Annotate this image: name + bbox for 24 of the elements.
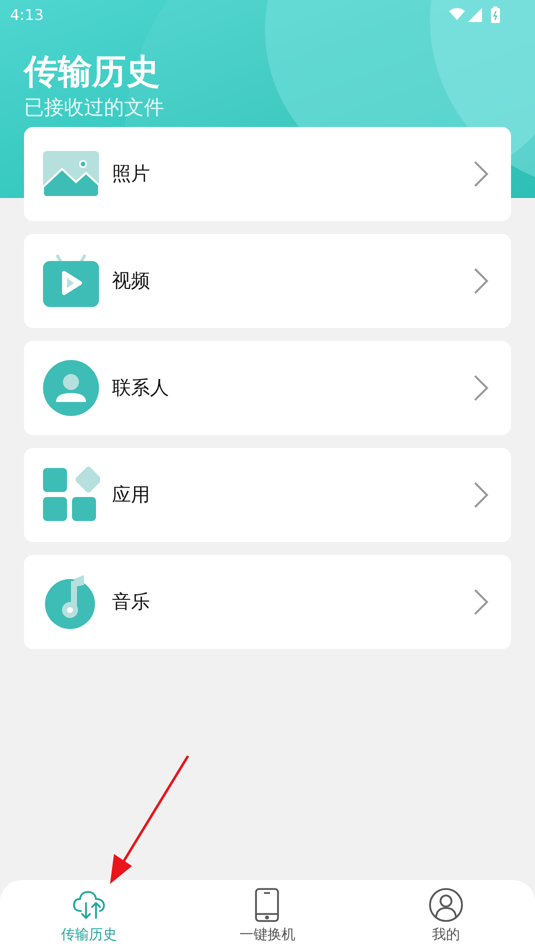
- category-label: 联系人: [112, 376, 170, 401]
- chevron-right-icon: [473, 160, 489, 188]
- person-icon: [42, 359, 100, 417]
- chevron-right-icon: [473, 374, 489, 402]
- page-subtitle: 已接收过的文件: [24, 94, 165, 120]
- tv-play-icon: [42, 252, 100, 310]
- user-icon: [428, 887, 464, 923]
- category-label: 应用: [112, 483, 151, 508]
- nav-tab[interactable]: 我的: [356, 880, 535, 951]
- category-label: 视频: [112, 269, 151, 294]
- nav-tab[interactable]: 一键换机: [178, 880, 357, 951]
- category-card[interactable]: 照片: [24, 127, 511, 221]
- category-card[interactable]: 联系人: [24, 341, 511, 435]
- apps-grid-icon: [42, 466, 100, 524]
- category-card[interactable]: 音乐: [24, 555, 511, 649]
- chevron-right-icon: [473, 481, 489, 509]
- status-time: 4:13: [10, 6, 44, 24]
- category-card[interactable]: 视频: [24, 234, 511, 328]
- page-title: 传输历史: [24, 51, 161, 94]
- category-card[interactable]: 应用: [24, 448, 511, 542]
- category-label: 音乐: [112, 590, 151, 615]
- chevron-right-icon: [473, 267, 489, 295]
- category-label: 照片: [112, 162, 151, 187]
- chevron-right-icon: [473, 588, 489, 616]
